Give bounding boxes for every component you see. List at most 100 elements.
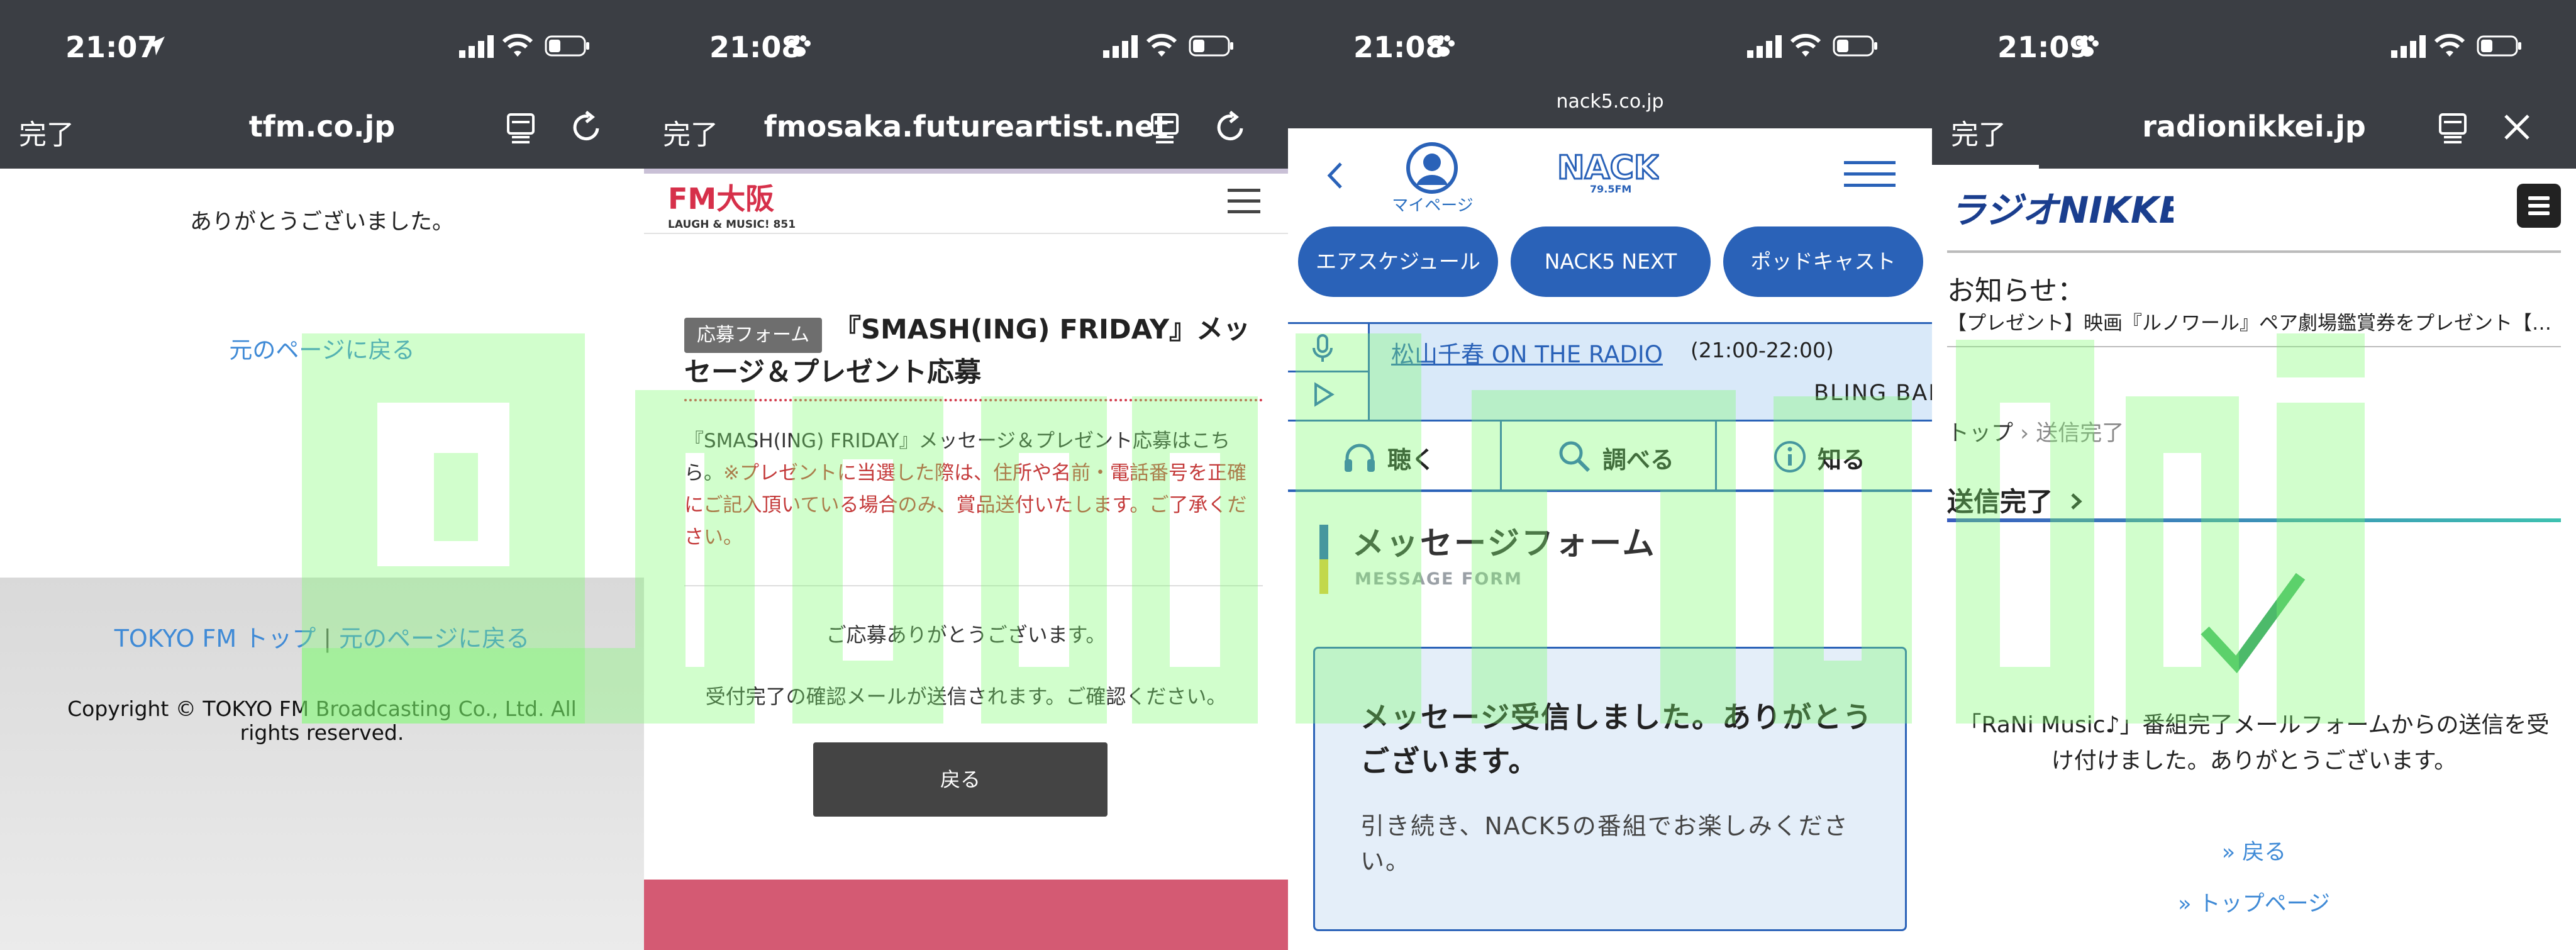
site-header: マイページ NACK5 79.5FM — [1288, 128, 1932, 216]
fmosaka-logo[interactable]: FM大阪 LAUGH & MUSIC! 851 — [667, 177, 805, 232]
back-link[interactable]: 元のページに戻る — [0, 331, 644, 365]
tab-search[interactable]: 調べる — [1503, 422, 1717, 489]
reader-mode-icon[interactable] — [506, 112, 536, 143]
copyright: Copyright © TOKYO FM Broadcasting Co., L… — [67, 696, 577, 745]
tab-label: 調べる — [1602, 446, 1675, 474]
reload-icon[interactable] — [1214, 111, 1246, 143]
panel-radionikkei: 21:09 完了 radionikkei.jp ラジオNIKKEI お知らせ： … — [1932, 0, 2576, 950]
confirmation-message: 「RaNi Music♪」番組完了メールフォームからの送信を受け付けました。あり… — [1958, 712, 2550, 774]
hamburger-menu-icon — [2528, 196, 2550, 215]
microphone-icon — [1313, 334, 1333, 362]
divider — [684, 585, 1263, 586]
header-accent-line — [644, 169, 1288, 174]
news-divider — [1947, 346, 2561, 347]
air-schedule-button[interactable]: エアスケジュール — [1298, 226, 1498, 297]
news-ticker[interactable]: 【プレゼント】映画『ルノワール』ペア劇場鑑賞券をプレゼント【… — [1947, 307, 2561, 335]
confirmation-text: 引き続き、NACK5の番組でお楽しみください。 — [1360, 812, 1849, 875]
site-header: FM大阪 LAUGH & MUSIC! 851 — [644, 169, 1288, 234]
program-time: (21:00-22:00) — [1690, 338, 1834, 362]
description-warning: ※プレゼントに当選した際は、住所や名前・電話番号を正確にご記入頂いている場合のみ… — [684, 462, 1247, 549]
player-divider — [1288, 371, 1370, 372]
mypage-label[interactable]: マイページ — [1382, 193, 1483, 216]
now-playing-ticker: BLING BANG BANG BORN — [1814, 381, 1932, 406]
svg-text:LAUGH & MUSIC! 851: LAUGH & MUSIC! 851 — [668, 218, 796, 231]
nack5-logo[interactable]: NACK5 79.5FM — [1552, 137, 1660, 200]
tab-label: 知る — [1818, 446, 1866, 474]
tab-listen[interactable]: 聴く — [1288, 422, 1502, 489]
breadcrumb-top[interactable]: トップ — [1947, 421, 2013, 446]
paw-icon — [2077, 35, 2099, 57]
title-divider — [684, 399, 1263, 401]
menu-button[interactable] — [2517, 184, 2561, 228]
hamburger-menu-icon[interactable] — [1228, 187, 1260, 215]
breadcrumb-current: 送信完了 — [2036, 421, 2124, 446]
chevron-left-icon[interactable] — [1326, 160, 1345, 191]
reload-icon[interactable] — [570, 111, 602, 143]
battery-icon — [545, 35, 589, 57]
page-title: メッセージフォーム — [1352, 525, 1657, 562]
tokyofm-top-link[interactable]: TOKYO FM トップ — [114, 625, 316, 652]
cellular-signal-icon — [2391, 35, 2426, 58]
form-tag-badge: 応募フォーム — [684, 318, 823, 353]
close-icon[interactable] — [2502, 112, 2532, 142]
breadcrumb: トップ › 送信完了 — [1947, 415, 2124, 447]
cellular-signal-icon — [1103, 35, 1138, 58]
search-icon — [1559, 441, 1591, 472]
confirmation-title: メッセージ受信しました。ありがとうございます。 — [1360, 700, 1874, 778]
battery-icon — [1833, 35, 1877, 57]
podcast-button[interactable]: ポッドキャスト — [1723, 226, 1923, 297]
top-page-link[interactable]: » トップページ — [1932, 886, 2576, 918]
play-icon[interactable] — [1313, 382, 1335, 407]
panel-nack5: 21:08 nack5.co.jp マイページ NACK5 79.5FM エアス… — [1288, 0, 1932, 950]
account-icon[interactable] — [1405, 141, 1459, 195]
status-bar: 21:09 — [1932, 0, 2576, 94]
done-button[interactable]: 完了 — [19, 112, 74, 152]
breadcrumb-separator: › — [2020, 421, 2029, 446]
info-icon — [1774, 441, 1806, 472]
footer: TOKYO FM トップ | 元のページに戻る Copyright © TOKYO … — [0, 578, 644, 950]
nav-tabs: 聴く 調べる 知る — [1288, 422, 1932, 492]
program-link[interactable]: 松山千春 ON THE RADIO — [1391, 335, 1663, 369]
status-bar: 21:08 — [644, 0, 1288, 94]
url-label: radionikkei.jp — [2142, 109, 2366, 143]
nack5-next-button[interactable]: NACK5 NEXT — [1511, 226, 1711, 297]
checkmark-icon — [2201, 573, 2306, 674]
hamburger-menu-icon[interactable] — [1844, 160, 1896, 189]
wifi-icon — [502, 33, 533, 57]
tab-label: 聴く — [1387, 446, 1436, 474]
footer-band — [644, 880, 1288, 950]
wifi-icon — [2434, 33, 2465, 57]
radionikkei-logo[interactable]: ラジオNIKKEI — [1947, 184, 2174, 234]
done-button[interactable]: 完了 — [663, 112, 718, 152]
form-description: 『SMASH(ING) FRIDAY』メッセージ＆プレゼント応募はこちら。※プレ… — [684, 425, 1263, 554]
wifi-icon — [1146, 33, 1177, 57]
back-link[interactable]: » 戻る — [1932, 834, 2576, 866]
browser-toolbar: 完了 radionikkei.jp — [1932, 94, 2576, 169]
thanks-message: ありがとうございました。 — [189, 210, 454, 235]
svg-text:FM大阪: FM大阪 — [668, 182, 774, 216]
on-air-bar: 松山千春 ON THE RADIO (21:00-22:00) BLING BA… — [1288, 322, 1932, 422]
page-title: 送信完了 — [1947, 481, 2082, 519]
status-bar: 21:08 — [1288, 0, 1932, 94]
back-button[interactable]: 戻る — [813, 742, 1108, 817]
panel-tfm: 21:07 完了 tfm.co.jp ありがとうございました。 元のページに戻る… — [0, 0, 644, 950]
news-label: お知らせ： — [1947, 275, 2085, 307]
url-label: nack5.co.jp — [1288, 88, 1932, 128]
done-button[interactable]: 完了 — [1951, 112, 2006, 152]
svg-text:NACK5: NACK5 — [1557, 149, 1659, 187]
reader-mode-icon[interactable] — [1150, 112, 1180, 143]
cellular-signal-icon — [1747, 35, 1782, 58]
headphones-icon — [1345, 444, 1375, 472]
paw-icon — [789, 35, 811, 57]
tab-about[interactable]: 知る — [1718, 422, 1932, 489]
title-underline — [1947, 518, 2561, 522]
reader-mode-icon[interactable] — [2438, 112, 2468, 143]
svg-text:79.5FM: 79.5FM — [1590, 183, 1631, 195]
thanks-message: ご応募ありがとうございます。 — [826, 623, 1106, 647]
paw-icon — [1433, 35, 1455, 57]
browser-toolbar: 完了 fmosaka.futureartist.net — [644, 94, 1288, 169]
header-accent-line — [1932, 165, 2039, 169]
browser-toolbar: 完了 tfm.co.jp — [0, 94, 644, 169]
heading-accent-bar — [1319, 525, 1328, 594]
footer-back-link[interactable]: 元のページに戻る — [339, 625, 530, 652]
